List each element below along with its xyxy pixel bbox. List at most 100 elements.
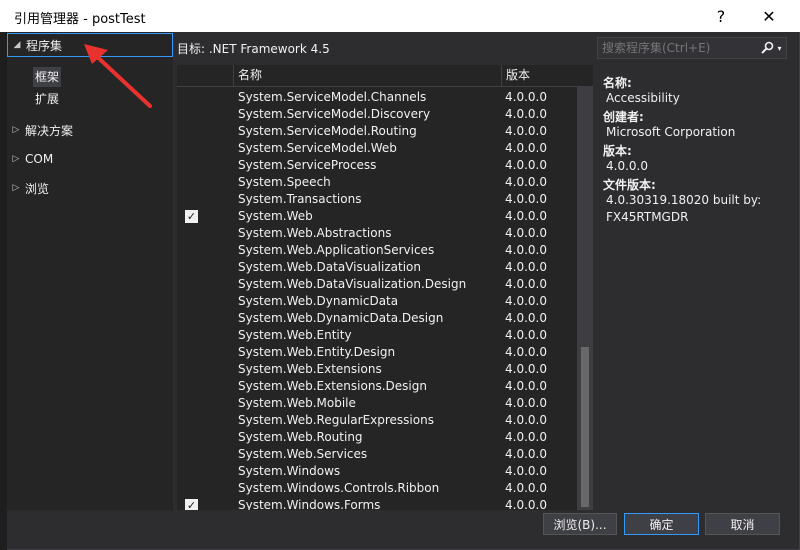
- table-row[interactable]: System.Web.Extensions.Design 4.0.0.0: [177, 378, 577, 395]
- table-row[interactable]: System.ServiceModel.Channels 4.0.0.0: [177, 89, 577, 106]
- chevron-down-icon: ▾: [777, 43, 782, 53]
- table-row[interactable]: System.ServiceProcess 4.0.0.0: [177, 157, 577, 174]
- close-button[interactable]: ✕: [746, 0, 792, 32]
- table-row[interactable]: ✓ System.Web 4.0.0.0: [177, 208, 577, 225]
- table-row[interactable]: System.Web.Entity 4.0.0.0: [177, 327, 577, 344]
- checkbox[interactable]: [185, 142, 198, 155]
- table-row[interactable]: System.Web.Routing 4.0.0.0: [177, 429, 577, 446]
- search-input[interactable]: [598, 38, 758, 58]
- sidebar-item-com[interactable]: ▷ COM: [7, 147, 54, 171]
- browse-button[interactable]: 浏览(B)...: [543, 513, 617, 535]
- table-row[interactable]: System.Windows.Controls.Ribbon 4.0.0.0: [177, 480, 577, 497]
- table-row[interactable]: System.Web.DynamicData.Design 4.0.0.0: [177, 310, 577, 327]
- assembly-version: 4.0.0.0: [505, 192, 547, 206]
- assembly-version: 4.0.0.0: [505, 209, 547, 223]
- table-row[interactable]: System.Web.Abstractions 4.0.0.0: [177, 225, 577, 242]
- checkbox[interactable]: [185, 363, 198, 376]
- assembly-name: System.ServiceProcess: [238, 158, 377, 172]
- assembly-version: 4.0.0.0: [505, 124, 547, 138]
- background-editor-strip: [0, 32, 7, 550]
- assembly-version: 4.0.0.0: [505, 464, 547, 478]
- checkbox[interactable]: [185, 227, 198, 240]
- cancel-button[interactable]: 取消: [705, 513, 780, 535]
- sidebar-item-extensions[interactable]: 扩展: [33, 89, 61, 109]
- checkbox[interactable]: [185, 108, 198, 121]
- assembly-name: System.Web.DataVisualization.Design: [238, 277, 467, 291]
- table-row[interactable]: System.Web.DynamicData 4.0.0.0: [177, 293, 577, 310]
- checkbox[interactable]: [185, 465, 198, 478]
- table-row[interactable]: System.Web.Services 4.0.0.0: [177, 446, 577, 463]
- checkbox[interactable]: [185, 346, 198, 359]
- checkbox[interactable]: [185, 244, 198, 257]
- checkbox[interactable]: [185, 329, 198, 342]
- assembly-version: 4.0.0.0: [505, 175, 547, 189]
- checkbox[interactable]: [185, 397, 198, 410]
- checkbox[interactable]: [185, 380, 198, 393]
- assembly-name: System.Web: [238, 209, 313, 223]
- assembly-list: 名称 版本 System.ServiceModel.Channels 4.0.0.…: [177, 65, 593, 510]
- checkbox[interactable]: [185, 159, 198, 172]
- assembly-version: 4.0.0.0: [505, 413, 547, 427]
- assembly-version: 4.0.0.0: [505, 498, 547, 510]
- table-row[interactable]: System.Speech 4.0.0.0: [177, 174, 577, 191]
- checkbox[interactable]: [185, 91, 198, 104]
- assembly-name: System.Web.DynamicData.Design: [238, 311, 444, 325]
- assembly-version: 4.0.0.0: [505, 260, 547, 274]
- table-row[interactable]: System.ServiceModel.Discovery 4.0.0.0: [177, 106, 577, 123]
- checkbox[interactable]: [185, 125, 198, 138]
- checkbox[interactable]: [185, 193, 198, 206]
- checkbox[interactable]: [185, 448, 198, 461]
- table-row[interactable]: ✓ System.Windows.Forms 4.0.0.0: [177, 497, 577, 510]
- table-row[interactable]: System.Web.Entity.Design 4.0.0.0: [177, 344, 577, 361]
- table-row[interactable]: System.Web.DataVisualization.Design 4.0.0…: [177, 276, 577, 293]
- assembly-version: 4.0.0.0: [505, 481, 547, 495]
- checkbox[interactable]: [185, 176, 198, 189]
- checkbox[interactable]: [185, 482, 198, 495]
- checkbox[interactable]: [185, 261, 198, 274]
- column-header-version[interactable]: 版本: [501, 65, 571, 86]
- assembly-version: 4.0.0.0: [505, 328, 547, 342]
- assembly-name: System.Web.ApplicationServices: [238, 243, 435, 257]
- assembly-name: System.Web.Abstractions: [238, 226, 392, 240]
- checked-checkbox[interactable]: ✓: [185, 210, 198, 223]
- table-row[interactable]: System.Web.DataVisualization 4.0.0.0: [177, 259, 577, 276]
- detail-version-label: 版本:: [603, 144, 632, 158]
- table-row[interactable]: System.Windows 4.0.0.0: [177, 463, 577, 480]
- search-button[interactable]: ▾: [758, 39, 784, 57]
- sidebar-item-browse[interactable]: ▷ 浏览: [7, 176, 49, 200]
- checkbox[interactable]: [185, 312, 198, 325]
- help-button[interactable]: ?: [698, 0, 744, 32]
- checkbox[interactable]: [185, 431, 198, 444]
- assembly-version: 4.0.0.0: [505, 362, 547, 376]
- table-row[interactable]: System.Transactions 4.0.0.0: [177, 191, 577, 208]
- assembly-version: 4.0.0.0: [505, 243, 547, 257]
- checked-checkbox[interactable]: ✓: [185, 499, 198, 510]
- detail-file-version-value-2: FX45RTMGDR: [606, 210, 689, 224]
- title-bar: 引用管理器 - postTest ? ✕: [0, 0, 800, 32]
- sidebar-item-framework[interactable]: 框架: [33, 67, 62, 87]
- sidebar-item-label: 解决方案: [25, 123, 74, 138]
- assembly-name: System.Speech: [238, 175, 331, 189]
- assembly-name: System.Windows.Forms: [238, 498, 381, 510]
- table-row[interactable]: System.ServiceModel.Web 4.0.0.0: [177, 140, 577, 157]
- scrollbar-thumb[interactable]: [581, 347, 589, 507]
- table-row[interactable]: System.Web.Mobile 4.0.0.0: [177, 395, 577, 412]
- checkbox[interactable]: [185, 414, 198, 427]
- close-icon: ✕: [762, 6, 776, 26]
- assembly-name: System.ServiceModel.Channels: [238, 90, 427, 104]
- ok-button[interactable]: 确定: [624, 513, 699, 535]
- vertical-scrollbar[interactable]: [577, 87, 593, 510]
- table-row[interactable]: System.Web.ApplicationServices 4.0.0.0: [177, 242, 577, 259]
- assembly-version: 4.0.0.0: [505, 158, 547, 172]
- assembly-name: System.Web.Services: [238, 447, 368, 461]
- checkbox[interactable]: [185, 295, 198, 308]
- search-icon: [761, 41, 774, 54]
- sidebar-item-solution[interactable]: ▷ 解决方案: [7, 118, 73, 142]
- table-row[interactable]: System.Web.Extensions 4.0.0.0: [177, 361, 577, 378]
- checkbox[interactable]: [185, 278, 198, 291]
- collapsed-triangle-icon: ▷: [12, 154, 20, 164]
- detail-name-value: Accessibility: [606, 91, 680, 105]
- column-header-name[interactable]: 名称: [233, 65, 501, 86]
- table-row[interactable]: System.ServiceModel.Routing 4.0.0.0: [177, 123, 577, 140]
- table-row[interactable]: System.Web.RegularExpressions 4.0.0.0: [177, 412, 577, 429]
